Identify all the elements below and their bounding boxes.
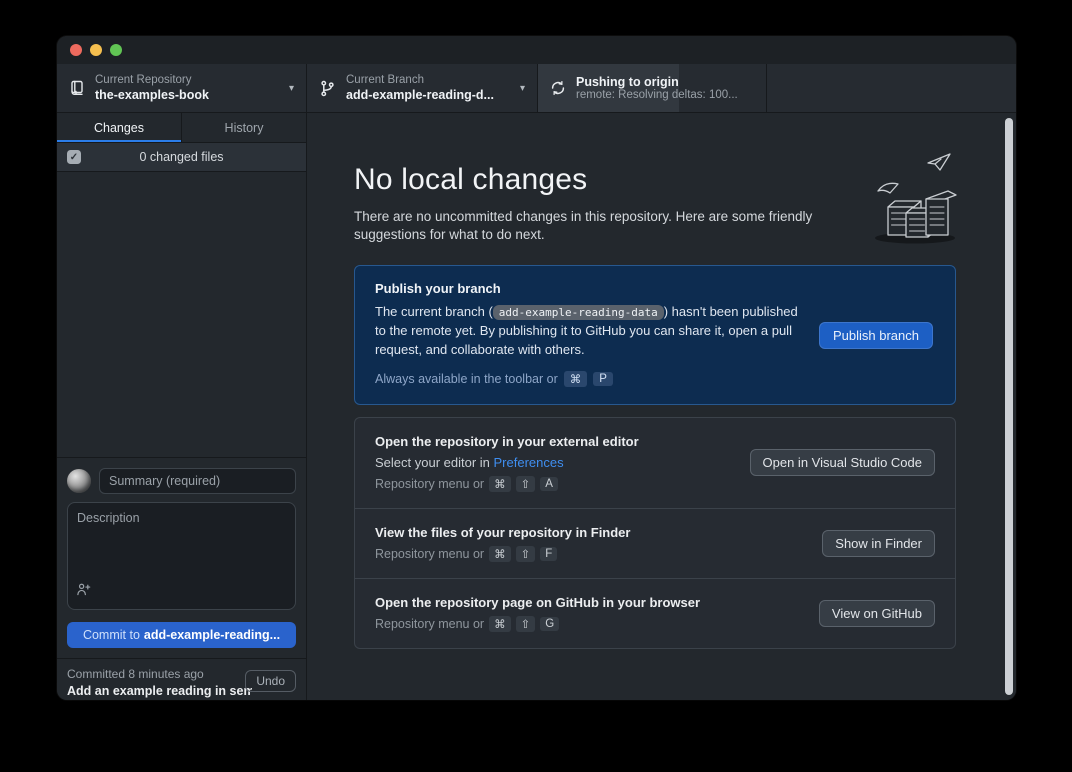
sidebar: Changes History ✓ 0 changed files [57,113,307,700]
suggestion-row-external-editor: Open the repository in your external edi… [355,418,955,508]
current-repository-text: Current Repository the-examples-book [95,74,209,102]
preferences-link[interactable]: Preferences [494,455,564,470]
editor-line-prefix: Select your editor in [375,455,494,470]
push-subtitle: remote: Resolving deltas: 100... [576,89,738,101]
vertical-scrollbar[interactable] [1005,118,1013,695]
suggestion-title: Open the repository page on GitHub in yo… [375,595,700,610]
minimize-window-button[interactable] [90,44,102,56]
toolbar: Current Repository the-examples-book ▾ [57,64,1016,113]
hint-text: Repository menu or [375,617,484,631]
titlebar [57,36,1016,64]
traffic-lights [70,44,122,56]
suggestion-line: Select your editor in Preferences [375,455,639,470]
github-desktop-window: Current Repository the-examples-book ▾ [57,36,1016,700]
publish-panel-body: The current branch (add-example-reading-… [375,303,810,360]
tab-changes[interactable]: Changes [57,113,182,142]
cmd-key: ⌘ [489,546,511,562]
shift-key: ⇧ [516,476,536,492]
publish-body-before: The current branch ( [375,304,493,319]
changed-files-count: 0 changed files [139,150,223,164]
commit-description-input[interactable] [68,503,295,589]
sidebar-tabs: Changes History [57,113,306,143]
cmd-key: ⌘ [489,476,511,492]
publish-hint: Always available in the toolbar or ⌘ P [375,371,935,387]
repo-icon [69,80,85,96]
current-repository-value: the-examples-book [95,88,209,102]
publish-hint-text: Always available in the toolbar or [375,372,558,386]
current-branch-label: Current Branch [346,74,494,86]
desktop-background: Current Repository the-examples-book ▾ [0,0,1072,772]
show-in-finder-button[interactable]: Show in Finder [822,530,935,557]
commit-description-box [67,502,296,610]
current-repository-label: Current Repository [95,74,209,86]
open-in-editor-button[interactable]: Open in Visual Studio Code [750,449,935,476]
commit-button[interactable]: Commit to add-example-reading... [67,622,296,648]
push-title: Pushing to origin [576,75,738,89]
a-key: A [540,477,558,491]
g-key: G [540,617,559,631]
add-coauthor-icon[interactable] [76,582,91,602]
suggestion-title: View the files of your repository in Fin… [375,525,630,540]
suggestions-panel: Open the repository in your external edi… [354,417,956,649]
shift-key: ⇧ [516,546,536,562]
cmd-key: ⌘ [564,371,588,387]
changed-files-header: ✓ 0 changed files [57,143,306,172]
suggestion-row-github: Open the repository page on GitHub in yo… [355,578,955,648]
zoom-window-button[interactable] [110,44,122,56]
no-changes-illustration [868,151,960,252]
tab-history[interactable]: History [182,113,306,142]
commit-button-branch: add-example-reading... [144,628,280,642]
push-to-origin-button[interactable]: Pushing to origin remote: Resolving delt… [538,64,767,112]
hint-text: Repository menu or [375,547,484,561]
close-window-button[interactable] [70,44,82,56]
sync-icon [550,80,566,96]
git-branch-icon [319,80,336,97]
chevron-down-icon: ▾ [281,83,294,94]
f-key: F [540,547,557,561]
current-branch-text: Current Branch add-example-reading-d... [346,74,494,102]
commit-button-prefix: Commit to [83,628,140,642]
commit-summary-input[interactable] [99,468,296,494]
changes-list-empty-area [57,172,306,457]
hint-text: Repository menu or [375,477,484,491]
user-avatar [67,469,91,493]
current-branch-value: add-example-reading-d... [346,88,494,102]
suggestion-text: Open the repository in your external edi… [375,434,639,492]
chevron-down-icon: ▾ [512,83,525,94]
p-key: P [593,372,613,386]
push-status-text: Pushing to origin remote: Resolving delt… [576,75,738,101]
current-repository-dropdown[interactable]: Current Repository the-examples-book ▾ [57,64,307,112]
commit-form: Commit to add-example-reading... [57,457,306,658]
view-on-github-button[interactable]: View on GitHub [819,600,935,627]
shift-key: ⇧ [516,616,536,632]
suggestion-hint: Repository menu or ⌘ ⇧ A [375,476,639,492]
suggestion-text: View the files of your repository in Fin… [375,525,630,562]
publish-branch-button[interactable]: Publish branch [819,322,933,349]
suggestion-hint: Repository menu or ⌘ ⇧ F [375,546,630,562]
main-content: No local changes There are no uncommitte… [307,113,1016,700]
current-branch-dropdown[interactable]: Current Branch add-example-reading-d... … [307,64,538,112]
last-commit-bar: Committed 8 minutes ago Add an example r… [57,658,306,700]
suggestion-title: Open the repository in your external edi… [375,434,639,449]
last-commit-message: Add an example reading in semi-... [67,684,252,698]
page-subtitle: There are no uncommitted changes in this… [354,208,869,244]
suggestion-row-finder: View the files of your repository in Fin… [355,508,955,578]
publish-panel-title: Publish your branch [375,281,935,296]
suggestion-hint: Repository menu or ⌘ ⇧ G [375,616,700,632]
cmd-key: ⌘ [489,616,511,632]
suggestion-text: Open the repository page on GitHub in yo… [375,595,700,632]
select-all-checkbox[interactable]: ✓ [67,150,81,164]
window-body: Changes History ✓ 0 changed files [57,113,1016,700]
branch-name-code: add-example-reading-data [493,305,664,320]
publish-branch-panel: Publish your branch The current branch (… [354,265,956,405]
undo-commit-button[interactable]: Undo [245,670,296,692]
commit-summary-row [67,468,296,494]
